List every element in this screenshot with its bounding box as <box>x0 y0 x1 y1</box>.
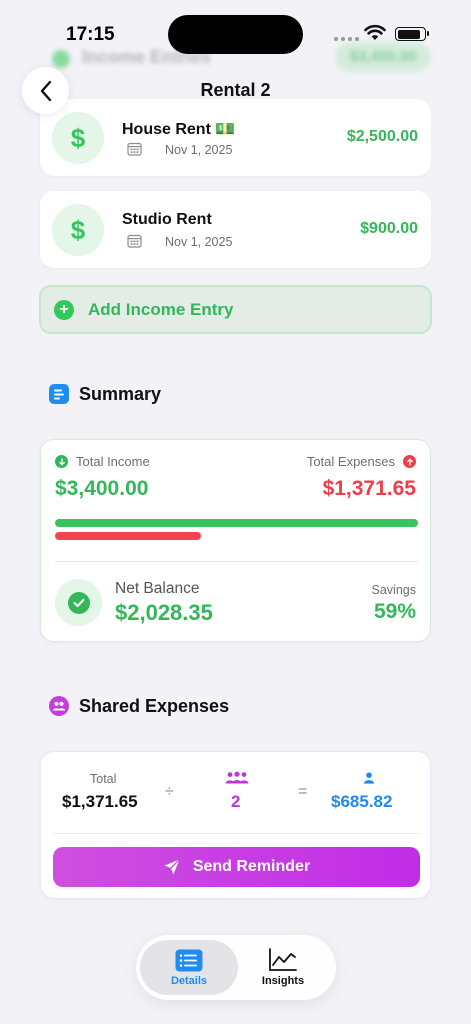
status-bar: 17:15 <box>0 0 471 62</box>
income-entry-amount: $900.00 <box>360 220 418 237</box>
savings-value: 59% <box>373 600 416 623</box>
summary-card: Total Income Total Expenses $3,400.00 $1… <box>40 439 431 642</box>
shared-people-count: 2 <box>231 792 241 811</box>
dollar-icon: $ <box>52 204 104 256</box>
tab-details-label: Details <box>170 974 208 987</box>
expense-progress-bar <box>55 532 418 540</box>
list-icon <box>175 949 203 971</box>
dynamic-island <box>168 15 303 54</box>
battery-icon <box>395 27 429 41</box>
shared-total-label: Total <box>90 772 117 786</box>
line-chart-icon <box>269 948 297 971</box>
tab-details[interactable]: Details <box>140 940 238 995</box>
checkmark-circle-icon <box>55 579 102 626</box>
wifi-icon <box>364 24 386 40</box>
send-reminder-button[interactable]: Send Reminder <box>53 847 420 887</box>
calendar-icon <box>127 142 142 156</box>
shared-expenses-card: Total $1,371.65 ÷ 2 = $685.82 Send Remin… <box>40 751 431 899</box>
divide-symbol: ÷ <box>165 783 174 800</box>
group-people-icon <box>225 771 249 784</box>
total-income-label: Total Income <box>76 454 150 469</box>
income-entry-amount: $2,500.00 <box>346 128 418 145</box>
calendar-icon <box>127 234 142 248</box>
summary-list-icon <box>49 384 69 404</box>
arrow-up-circle-icon <box>403 455 416 468</box>
income-entry-name: House Rent 💵 <box>122 121 236 138</box>
shared-expenses-title: Shared Expenses <box>79 695 230 716</box>
send-reminder-label: Send Reminder <box>192 858 311 875</box>
person-icon <box>363 772 375 784</box>
net-balance-value: $2,028.35 <box>115 600 213 625</box>
total-income-value: $3,400.00 <box>55 477 149 500</box>
plus-circle-icon: + <box>54 300 74 320</box>
net-balance-label: Net Balance <box>115 580 200 597</box>
total-expenses-label-group: Total Expenses <box>307 454 416 469</box>
summary-title: Summary <box>79 383 162 404</box>
income-entry-date: Nov 1, 2025 <box>165 143 233 157</box>
add-income-entry-label: Add Income Entry <box>88 300 234 319</box>
per-person-amount: $685.82 <box>331 792 393 811</box>
income-entry-row[interactable]: $ Studio Rent Nov 1, 2025 $900.00 <box>40 191 431 268</box>
tab-bar: Details Insights <box>136 935 336 1000</box>
cellular-signal-icon <box>334 37 359 41</box>
status-time: 17:15 <box>66 24 115 45</box>
shared-total-value: $1,371.65 <box>62 792 138 811</box>
add-income-entry-button[interactable]: + Add Income Entry <box>39 285 432 334</box>
dollar-icon: $ <box>52 112 104 164</box>
income-progress-fill <box>55 519 418 527</box>
arrow-down-circle-icon <box>55 455 68 468</box>
shared-divider <box>53 833 420 834</box>
tab-insights-label: Insights <box>261 975 305 987</box>
income-entry-name: Studio Rent <box>122 211 212 228</box>
income-progress-bar <box>55 519 418 527</box>
income-entry-date: Nov 1, 2025 <box>165 235 233 249</box>
equals-symbol: = <box>298 783 308 800</box>
savings-label: Savings <box>371 583 416 597</box>
shared-expenses-section-header: Shared Expenses <box>49 693 229 719</box>
total-expenses-value: $1,371.65 <box>322 477 416 500</box>
income-entry-row[interactable]: $ House Rent 💵 Nov 1, 2025 $2,500.00 <box>40 99 431 176</box>
expense-progress-fill <box>55 532 202 540</box>
total-income-label-group: Total Income <box>55 454 150 469</box>
summary-divider <box>55 561 418 562</box>
summary-section-header: Summary <box>49 381 161 407</box>
people-icon <box>49 696 69 716</box>
paper-plane-icon <box>164 859 180 875</box>
tab-insights[interactable]: Insights <box>234 940 332 995</box>
page-title: Rental 2 <box>200 80 271 100</box>
total-expenses-label: Total Expenses <box>306 454 395 469</box>
